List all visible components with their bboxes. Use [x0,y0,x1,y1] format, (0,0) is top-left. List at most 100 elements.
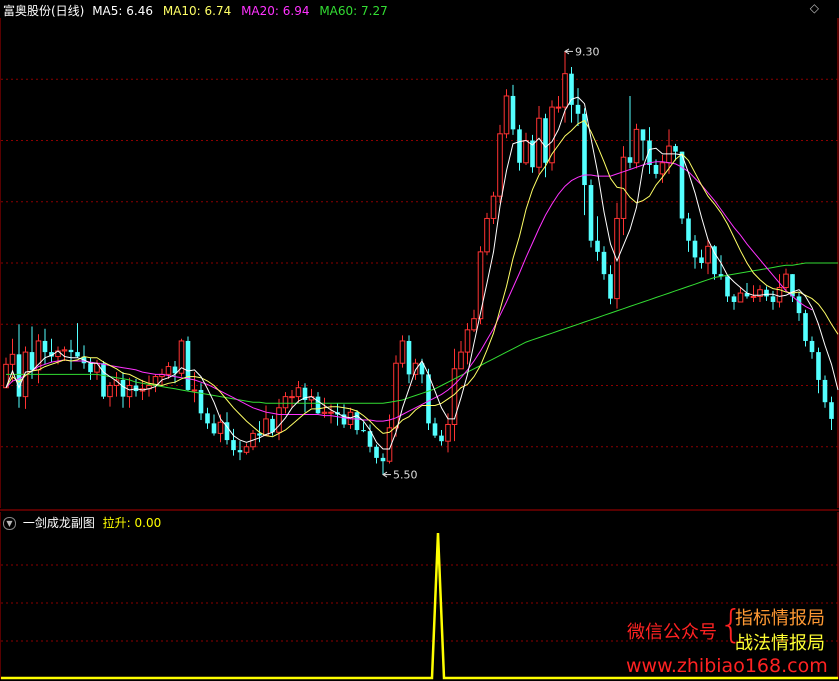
stock-title: 富奥股份(日线) [3,4,85,18]
candle-body-up [165,366,172,375]
candle-body-down [439,435,444,442]
candle-body-up [666,145,672,164]
candle-body-up [451,368,458,425]
candle-body-down [231,440,236,451]
candle-body-down [68,349,74,353]
candle-body-down [770,296,776,302]
watermark-url: www.zhibiao168.com [626,655,828,677]
candle-body-up [490,195,497,219]
candle-body-down [809,340,815,353]
sub-header-bar: ▼ 一剑成龙副图 拉升: 0.00 [3,514,161,531]
candle-body-up [107,385,113,398]
candle-body-down [673,146,678,152]
candle-body-down [211,423,217,434]
candle-body-down [16,354,22,397]
candle-body-down [575,104,581,114]
candle-body-down [679,151,685,219]
candle-body-up [783,273,789,288]
sub-indicator-title: 一剑成龙副图 [22,516,95,530]
candle-body-down [75,352,80,357]
candle-body-up [9,353,16,365]
candle-body-up [555,106,562,109]
candle-body-down [582,113,587,186]
candle-body-down [406,340,412,375]
candle-body-up [217,421,224,434]
candle-body-down [822,379,828,403]
candle-body-down [764,289,769,297]
candle-body-up [445,423,451,442]
candle-body-down [588,185,594,241]
candle-body-down [257,433,262,436]
watermark-tag2: 战法情报局 [735,633,825,654]
candle-body-down [315,396,321,414]
candle-body-down [627,157,633,163]
candle-body-down [374,446,379,458]
candle-body-down [510,95,516,130]
candle-body-up [276,407,282,433]
candle-body-up [126,385,133,398]
candle-body-down [601,251,607,275]
candle-body-down [88,363,93,373]
ma5-label: MA5: 6.46 [92,4,153,18]
candle-body-down [42,340,48,353]
collapse-icon[interactable]: ◇ [810,1,819,15]
annotation-label: 9.30 [575,45,600,58]
candle-body-up [497,133,503,197]
candle-body-up [633,128,640,164]
candle-body-up [289,396,295,399]
candle-body-down [796,296,802,314]
candle-body-up [484,217,490,253]
candle-body-down [731,296,737,302]
candle-body-down [517,129,522,163]
ma20-label: MA20: 6.94 [241,4,310,18]
candle-body-up [321,411,328,414]
candle-body-up [191,389,198,392]
candle-body-up [523,140,529,164]
candle-body-up [263,418,269,437]
header-bar: 富奥股份(日线) MA5: 6.46 MA10: 6.74 MA20: 6.94… [3,2,388,19]
candle-body-up [282,396,289,409]
candle-body-up [750,295,757,298]
candle-body-down [543,118,548,163]
candle-body-up [399,340,406,364]
candle-body-down [829,402,834,419]
candle-body-up [471,318,477,331]
candle-body-down [380,457,386,462]
candle-body-up [477,251,484,320]
candle-body-down [803,313,808,341]
candle-body-up [705,245,711,264]
candle-body-up [295,387,302,398]
candle-body-down [699,257,704,263]
candle-body-down [692,240,698,258]
ma60-label: MA60: 7.27 [319,4,388,18]
candle-body-down [608,274,613,299]
chevron-down-icon[interactable]: ▼ [3,517,16,530]
candle-body-up [737,292,744,303]
candle-body-down [640,129,646,141]
candle-body-up [458,351,464,370]
candle-body-down [29,352,35,370]
candle-body-down [653,165,659,174]
watermark-tag1: 指标情报局 [735,608,825,629]
candle-body-up [659,162,666,175]
candle-body-up [243,446,250,453]
candle-body-down [120,379,126,397]
sub-indicator-value: 拉升: 0.00 [102,516,162,530]
candle-body-down [816,352,821,380]
annotation-label: 5.50 [393,469,418,482]
candle-body-up [614,217,620,300]
candle-body-down [686,218,691,241]
candle-body-down [237,450,243,453]
stock-chart: 9.30 5.50 [0,18,839,680]
candle-body-up [562,73,568,108]
candle-body-down [432,423,438,436]
ma10-label: MA10: 6.74 [162,4,232,18]
candle-body-up [61,349,68,352]
candle-body-up [412,362,419,375]
candle-body-down [361,430,366,432]
candle-body-up [503,95,510,135]
candle-body-down [185,340,191,390]
candle-body-down [205,413,210,424]
candle-body-up [328,411,334,414]
candle-body-down [595,240,600,252]
